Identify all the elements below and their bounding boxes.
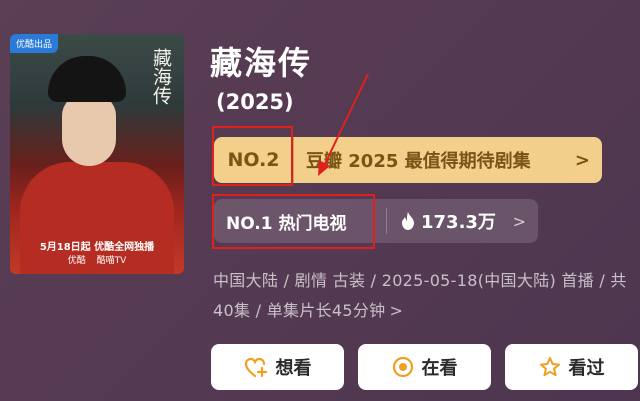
poster-figure-face bbox=[62, 94, 116, 166]
chevron-right-icon: > bbox=[512, 211, 526, 231]
douban-ranking-pill[interactable]: NO.2 豆瓣 2025 最值得期待剧集 > bbox=[214, 137, 602, 183]
heart-plus-icon bbox=[244, 357, 267, 378]
watched-button[interactable]: 看过 bbox=[505, 344, 638, 390]
chevron-right-icon: > bbox=[574, 149, 590, 171]
heat-count: 173.3万 bbox=[421, 212, 496, 233]
star-icon bbox=[539, 357, 560, 377]
poster-platform-kumiao: 酷喵TV bbox=[96, 256, 127, 266]
watched-label: 看过 bbox=[568, 358, 605, 379]
poster-badge: 优酷出品 bbox=[10, 34, 59, 53]
heat-value: 173.3万 bbox=[387, 208, 513, 234]
watching-label: 在看 bbox=[421, 358, 458, 379]
release-year: (2025) bbox=[216, 90, 294, 114]
chevron-right-icon: > bbox=[389, 301, 404, 320]
flame-icon bbox=[402, 212, 414, 230]
douban-rank: NO.2 bbox=[214, 137, 294, 183]
watching-button[interactable]: 在看 bbox=[358, 344, 491, 390]
poster-title: 藏海传 bbox=[150, 48, 172, 105]
douban-ranking-label: 豆瓣 2025 最值得期待剧集 bbox=[306, 151, 531, 172]
want-to-watch-button[interactable]: 想看 bbox=[211, 344, 344, 390]
want-to-watch-label: 想看 bbox=[275, 358, 312, 379]
hot-ranking-pill[interactable]: NO.1 热门电视 173.3万 > bbox=[214, 199, 538, 243]
poster-image[interactable]: 优酷出品 藏海传 5月18日起 优酷全网独播 优酷 酷喵TV bbox=[10, 34, 184, 274]
hot-tv-rank: NO.1 热门电视 bbox=[226, 213, 347, 234]
poster-platforms: 优酷 酷喵TV bbox=[10, 253, 184, 266]
poster-release-text: 5月18日起 优酷全网独播 bbox=[39, 242, 155, 253]
target-icon bbox=[392, 356, 413, 378]
meta-text: 中国大陆 / 剧情 古装 / 2025-05-18(中国大陆) 首播 / 共40… bbox=[213, 271, 627, 320]
poster-figure-hat bbox=[48, 56, 126, 102]
action-buttons: 想看 在看 看过 bbox=[211, 344, 640, 390]
show-meta-info[interactable]: 中国大陆 / 剧情 古装 / 2025-05-18(中国大陆) 首播 / 共40… bbox=[213, 266, 633, 326]
page-title: 藏海传 bbox=[210, 44, 313, 82]
poster-platform-youku: 优酷 bbox=[67, 256, 86, 266]
